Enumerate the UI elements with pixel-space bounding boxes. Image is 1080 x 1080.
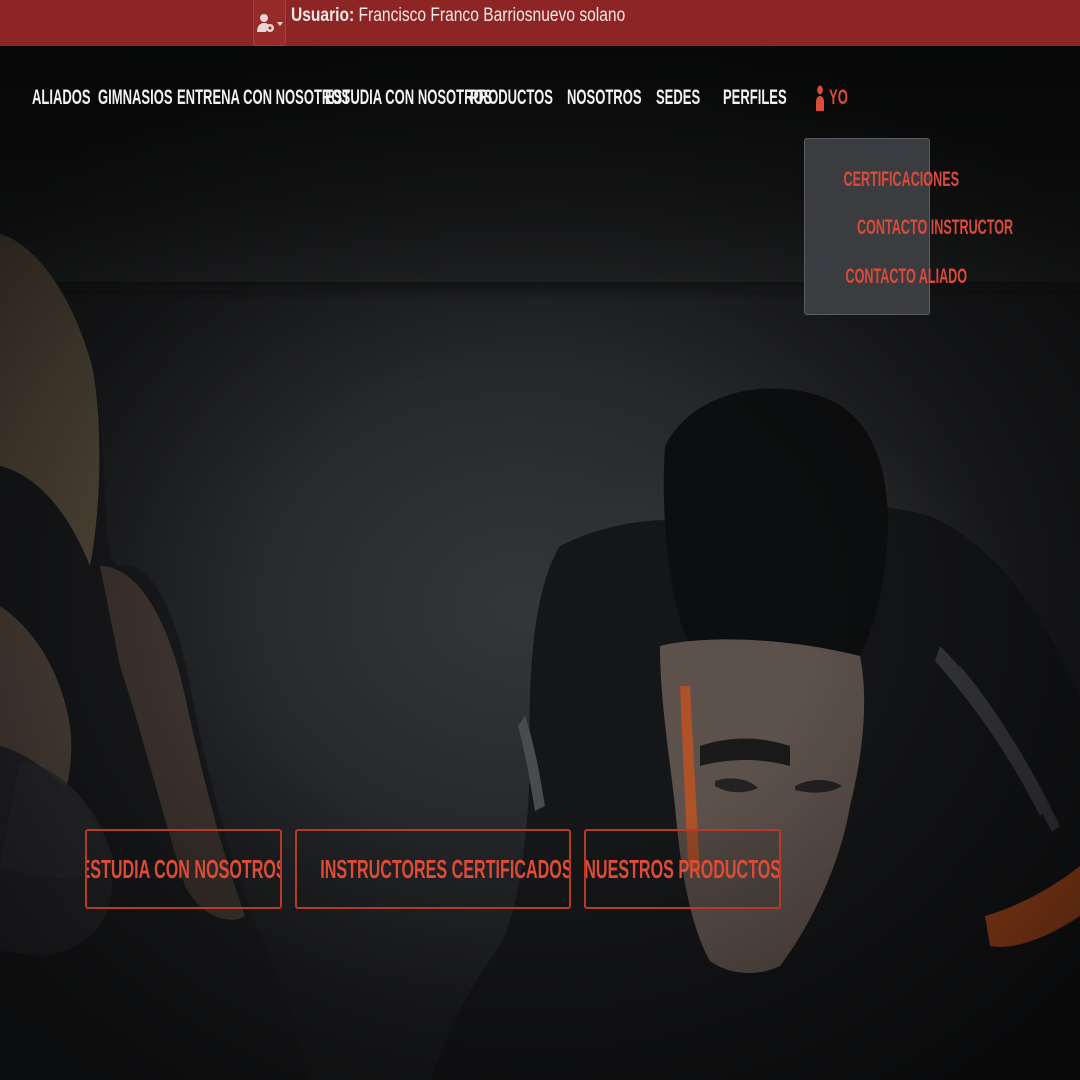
nav-sedes[interactable]: SEDES	[656, 78, 700, 118]
main-nav: ALIADOS GIMNASIOS ENTRENA CON NOSOTROS E…	[0, 78, 1080, 118]
dropdown-item-contacto-instructor[interactable]: CONTACTO INSTRUCTOR	[805, 208, 1013, 248]
user-topbar: Usuario: Francisco Franco Barriosnuevo s…	[0, 0, 1080, 46]
user-menu-toggle[interactable]	[253, 0, 286, 46]
user-gear-icon	[256, 13, 274, 32]
estudia-con-nosotros-button[interactable]: ESTUDIA CON NOSOTROS	[85, 829, 282, 909]
dropdown-item-contacto-instructor-label: CONTACTO INSTRUCTOR	[857, 216, 1014, 239]
dropdown-item-contacto-aliado[interactable]: CONTACTO ALIADO	[805, 257, 968, 297]
user-info: Usuario: Francisco Franco Barriosnuevo s…	[291, 4, 625, 28]
user-label: Usuario:	[291, 5, 355, 26]
estudia-con-nosotros-label: ESTUDIA CON NOSOTROS	[85, 853, 282, 884]
chevron-down-icon	[276, 21, 283, 26]
nav-gimnasios[interactable]: GIMNASIOS	[98, 78, 173, 118]
nav-estudia-con-nosotros[interactable]: ESTUDIA CON NOSOTROS	[325, 78, 492, 118]
dropdown-item-certificaciones[interactable]: CERTIFICACIONES	[805, 160, 960, 200]
user-name: Francisco Franco Barriosnuevo solano	[358, 5, 626, 26]
page: Usuario: Francisco Franco Barriosnuevo s…	[0, 0, 1080, 1080]
nav-nosotros[interactable]: NOSOTROS	[567, 78, 642, 118]
nuestros-productos-button[interactable]: NUESTROS PRODUCTOS	[584, 829, 781, 909]
nav-yo-label: YO	[829, 86, 848, 109]
dropdown-item-certificaciones-label: CERTIFICACIONES	[843, 168, 960, 191]
nuestros-productos-label: NUESTROS PRODUCTOS	[584, 853, 781, 884]
nav-perfiles[interactable]: PERFILES	[723, 78, 787, 118]
dropdown-item-contacto-aliado-label: CONTACTO ALIADO	[845, 265, 968, 288]
instructores-certificados-button[interactable]: INSTRUCTORES CERTIFICADOS	[295, 829, 571, 909]
nav-yo[interactable]: YO	[816, 78, 848, 118]
user-dropdown-menu: CERTIFICACIONES CONTACTO INSTRUCTOR CONT…	[804, 138, 1013, 315]
instructores-certificados-label: INSTRUCTORES CERTIFICADOS	[319, 853, 571, 884]
user-icon	[816, 85, 825, 111]
nav-aliados[interactable]: ALIADOS	[32, 78, 91, 118]
nav-productos[interactable]: PRODUCTOS	[470, 78, 553, 118]
